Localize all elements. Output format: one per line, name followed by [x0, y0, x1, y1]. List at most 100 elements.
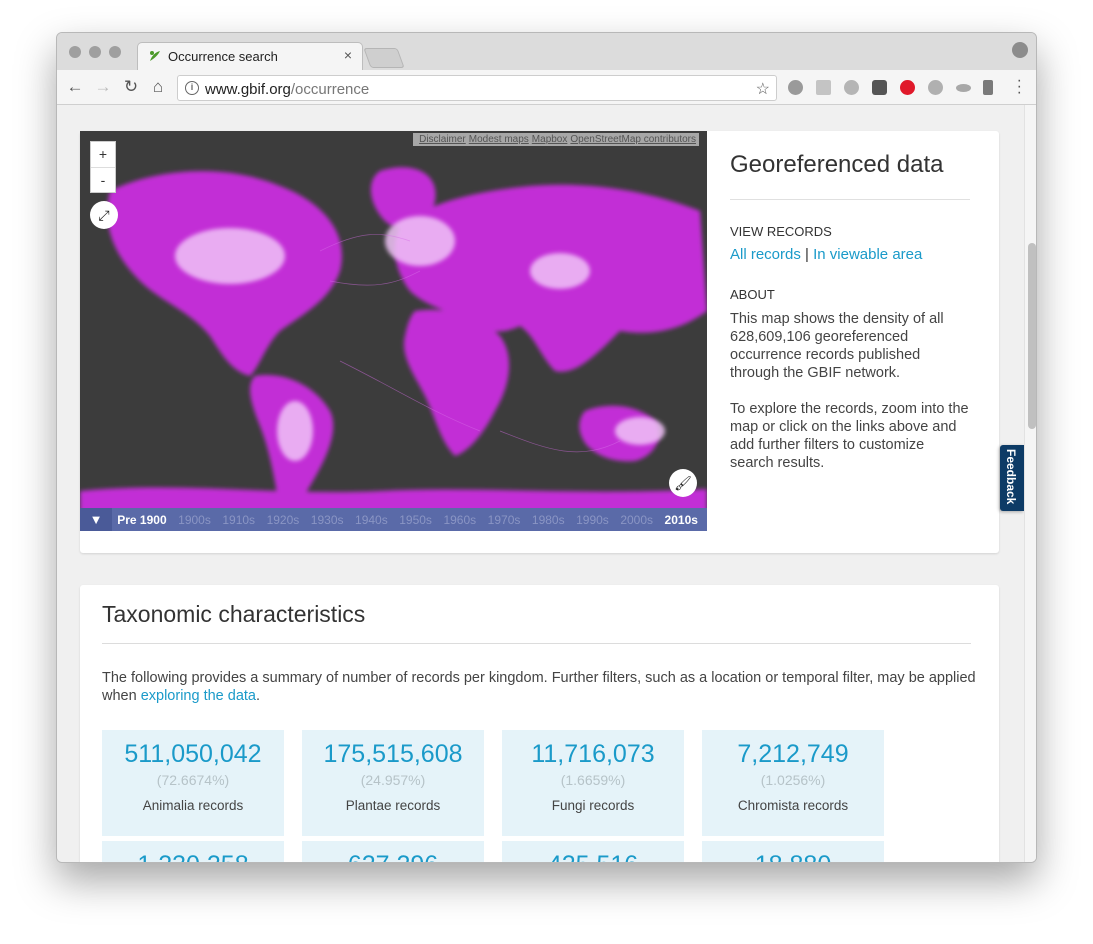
gbif-favicon-icon	[150, 51, 160, 61]
kingdom-box-partial[interactable]: 425,516	[502, 841, 684, 862]
bookmark-star-icon[interactable]: ☆	[756, 79, 770, 99]
reload-icon[interactable]: ↻	[121, 77, 141, 97]
divider	[102, 643, 971, 644]
url-host: www.gbif.org	[205, 81, 291, 98]
filter-icon[interactable]: ▼	[80, 508, 113, 531]
zoom-window-button[interactable]	[109, 46, 121, 58]
extension-icon[interactable]	[816, 80, 831, 95]
back-icon[interactable]: ←	[65, 77, 85, 97]
kingdom-percent: (24.957%)	[360, 772, 426, 788]
section-title: Taxonomic characteristics	[102, 601, 366, 627]
decade-1950s[interactable]: 1950s	[399, 513, 432, 527]
decade-1940s[interactable]: 1940s	[355, 513, 388, 527]
kingdom-box-animalia[interactable]: 511,050,042 (72.6674%) Animalia records	[102, 730, 284, 836]
kingdom-percent: (72.6674%)	[156, 772, 230, 788]
kingdom-count: 7,212,749	[737, 740, 849, 768]
feedback-label: Feedback	[1004, 449, 1018, 505]
browser-toolbar: ← → ↻ ⌂ i www.gbif.org/occurrence ☆ · · ·	[57, 70, 1036, 105]
kingdom-box-chromista[interactable]: 7,212,749 (1.0256%) Chromista records	[702, 730, 884, 836]
view-records-heading: VIEW RECORDS	[730, 224, 832, 239]
map-style-icon[interactable]: 🖌	[669, 469, 697, 497]
world-map-graphic	[80, 131, 707, 531]
kingdom-box-partial[interactable]: 627,296	[302, 841, 484, 862]
new-tab-button[interactable]	[363, 48, 405, 68]
decade-1960s[interactable]: 1960s	[443, 513, 476, 527]
exploring-data-link[interactable]: exploring the data	[141, 688, 256, 704]
kingdom-count: 1,230,258	[102, 851, 284, 862]
page-viewport: Disclaimer Modest maps Mapbox OpenStreetMap…	[57, 105, 1036, 862]
modest-maps-link[interactable]: Modest maps	[469, 134, 529, 145]
map-section: Disclaimer Modest maps Mapbox OpenStreetMap…	[57, 105, 1000, 555]
kingdom-box-plantae[interactable]: 175,515,608 (24.957%) Plantae records	[302, 730, 484, 836]
forward-icon[interactable]: →	[93, 77, 113, 97]
tab-close-icon[interactable]: ×	[344, 47, 352, 63]
taxonomic-intro: The following provides a summary of numb…	[102, 669, 982, 705]
about-text-1: This map shows the density of all 628,60…	[730, 311, 944, 381]
scrollbar-thumb[interactable]	[1028, 243, 1036, 429]
zoom-in-button[interactable]: +	[91, 142, 115, 168]
feedback-tab[interactable]: Feedback	[1000, 445, 1024, 511]
kingdom-box-fungi[interactable]: 11,716,073 (1.6659%) Fungi records	[502, 730, 684, 836]
intro-period: .	[255, 688, 261, 704]
decade-1900s[interactable]: 1900s	[178, 513, 211, 527]
link-separator: |	[805, 246, 809, 263]
decade-2010s[interactable]: 2010s	[665, 513, 698, 527]
minimize-window-button[interactable]	[89, 46, 101, 58]
kingdom-count: 175,515,608	[323, 740, 463, 768]
decade-1970s[interactable]: 1970s	[488, 513, 521, 527]
kingdom-count: 11,716,073	[531, 740, 655, 768]
extension-icon[interactable]	[983, 80, 993, 95]
skype-extension-icon[interactable]	[928, 80, 943, 95]
kingdom-label: Fungi records	[551, 798, 635, 813]
zoom-out-button[interactable]: -	[91, 168, 115, 194]
kingdom-count: 627,296	[302, 851, 484, 862]
mapbox-link[interactable]: Mapbox	[532, 134, 568, 145]
taxonomic-card: Taxonomic characteristics The following …	[80, 585, 999, 862]
kingdom-label: Plantae records	[345, 798, 441, 813]
extension-icon[interactable]	[956, 84, 971, 92]
kingdom-label: Chromista records	[737, 798, 849, 813]
url-text: www.gbif.org/occurrence	[205, 81, 369, 98]
kingdom-count: 425,516	[502, 851, 684, 862]
tab-strip: Occurrence search ×	[57, 33, 1036, 70]
decade-2000s[interactable]: 2000s	[620, 513, 653, 527]
address-bar[interactable]: i www.gbif.org/occurrence ☆	[177, 75, 777, 101]
fullscreen-icon[interactable]: ⤢	[90, 201, 118, 229]
map-attribution: Disclaimer Modest maps Mapbox OpenStreetMap…	[413, 133, 699, 146]
extension-icon[interactable]	[788, 80, 803, 95]
about-text-2: To explore the records, zoom into the ma…	[730, 401, 969, 471]
decade-1980s[interactable]: 1980s	[532, 513, 565, 527]
opera-extension-icon[interactable]	[900, 80, 915, 95]
kingdom-box-partial[interactable]: 1,230,258	[102, 841, 284, 862]
page-scrollbar[interactable]	[1024, 105, 1036, 862]
viewable-area-link[interactable]: In viewable area	[813, 246, 922, 263]
kingdom-label: Animalia records	[142, 798, 244, 813]
kingdom-percent: (1.6659%)	[560, 772, 626, 788]
site-info-icon[interactable]: i	[185, 81, 199, 95]
close-window-button[interactable]	[69, 46, 81, 58]
extension-icon[interactable]	[844, 80, 859, 95]
decade-1990s[interactable]: 1990s	[576, 513, 609, 527]
profile-icon[interactable]	[1012, 42, 1028, 58]
tab-occurrence-search[interactable]: Occurrence search ×	[137, 42, 363, 70]
decade-timebar: ▼ Pre 1900 1900s 1910s 1920s 1930s 1940s…	[80, 508, 707, 531]
decade-pre-1900[interactable]: Pre 1900	[117, 513, 166, 527]
kingdom-box-partial[interactable]: 18,880	[702, 841, 884, 862]
home-icon[interactable]: ⌂	[148, 77, 168, 97]
url-path: /occurrence	[290, 81, 370, 98]
disclaimer-link[interactable]: Disclaimer	[419, 134, 466, 145]
tab-title: Occurrence search	[168, 49, 278, 64]
occurrence-density-map[interactable]: Disclaimer Modest maps Mapbox OpenStreetMap…	[80, 131, 707, 531]
openstreetmap-link[interactable]: OpenStreetMap contributors	[570, 134, 696, 145]
decade-1920s[interactable]: 1920s	[267, 513, 300, 527]
decade-1930s[interactable]: 1930s	[311, 513, 344, 527]
view-records-links: All records | In viewable area	[730, 246, 970, 263]
zoom-control: + -	[90, 141, 116, 193]
decade-1910s[interactable]: 1910s	[222, 513, 255, 527]
browser-menu-icon[interactable]: · · ·	[1017, 73, 1022, 101]
evernote-extension-icon[interactable]	[872, 80, 887, 95]
kingdom-count: 18,880	[702, 851, 884, 862]
kingdom-count: 511,050,042	[124, 740, 262, 768]
all-records-link[interactable]: All records	[730, 246, 801, 263]
panel-title: Georeferenced data	[730, 151, 970, 200]
